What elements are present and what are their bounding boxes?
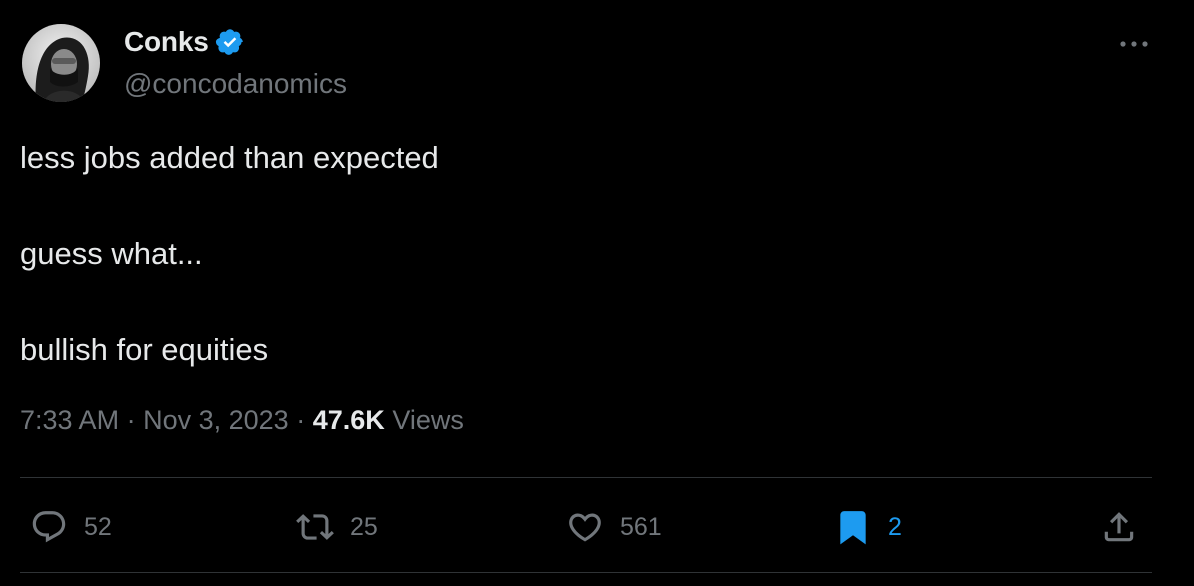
tweet-card: Conks @concodanomics less jobs added tha… bbox=[0, 0, 1194, 586]
tweet-meta: 7:33 AM · Nov 3, 2023 · 47.6K Views bbox=[20, 405, 464, 436]
bookmark-count: 2 bbox=[888, 512, 902, 541]
reply-icon bbox=[32, 511, 66, 543]
like-button[interactable]: 561 bbox=[566, 500, 662, 554]
tweet-date[interactable]: Nov 3, 2023 bbox=[143, 405, 289, 435]
tweet-line: bullish for equities bbox=[20, 332, 269, 367]
retweet-button[interactable]: 25 bbox=[296, 500, 378, 554]
tweet-line: guess what... bbox=[20, 236, 203, 271]
author-handle[interactable]: @concodanomics bbox=[124, 68, 347, 100]
like-count: 561 bbox=[620, 512, 662, 541]
tweet-line: less jobs added than expected bbox=[20, 140, 439, 175]
share-button[interactable] bbox=[1100, 500, 1138, 554]
avatar[interactable] bbox=[22, 24, 100, 102]
more-icon[interactable] bbox=[1116, 30, 1152, 58]
divider bbox=[20, 477, 1152, 478]
bookmark-icon bbox=[840, 511, 866, 545]
divider bbox=[20, 572, 1152, 573]
retweet-icon bbox=[296, 514, 334, 540]
action-bar: 52 25 561 2 bbox=[0, 500, 1194, 554]
author-name-row: Conks bbox=[124, 26, 245, 58]
meta-separator: · bbox=[126, 405, 136, 435]
views-count: 47.6K bbox=[312, 405, 385, 435]
share-icon bbox=[1104, 512, 1134, 542]
reply-count: 52 bbox=[84, 512, 112, 541]
retweet-count: 25 bbox=[350, 512, 378, 541]
views-label: Views bbox=[392, 405, 464, 435]
reply-button[interactable]: 52 bbox=[30, 500, 112, 554]
like-icon bbox=[569, 513, 601, 542]
bookmark-button[interactable]: 2 bbox=[834, 500, 902, 554]
verified-badge-icon bbox=[215, 27, 245, 57]
tweet-text: less jobs added than expected guess what… bbox=[20, 134, 439, 374]
tweet-time[interactable]: 7:33 AM bbox=[20, 405, 119, 435]
meta-separator: · bbox=[296, 405, 306, 435]
avatar-image bbox=[22, 24, 100, 102]
author-name[interactable]: Conks bbox=[124, 26, 209, 58]
